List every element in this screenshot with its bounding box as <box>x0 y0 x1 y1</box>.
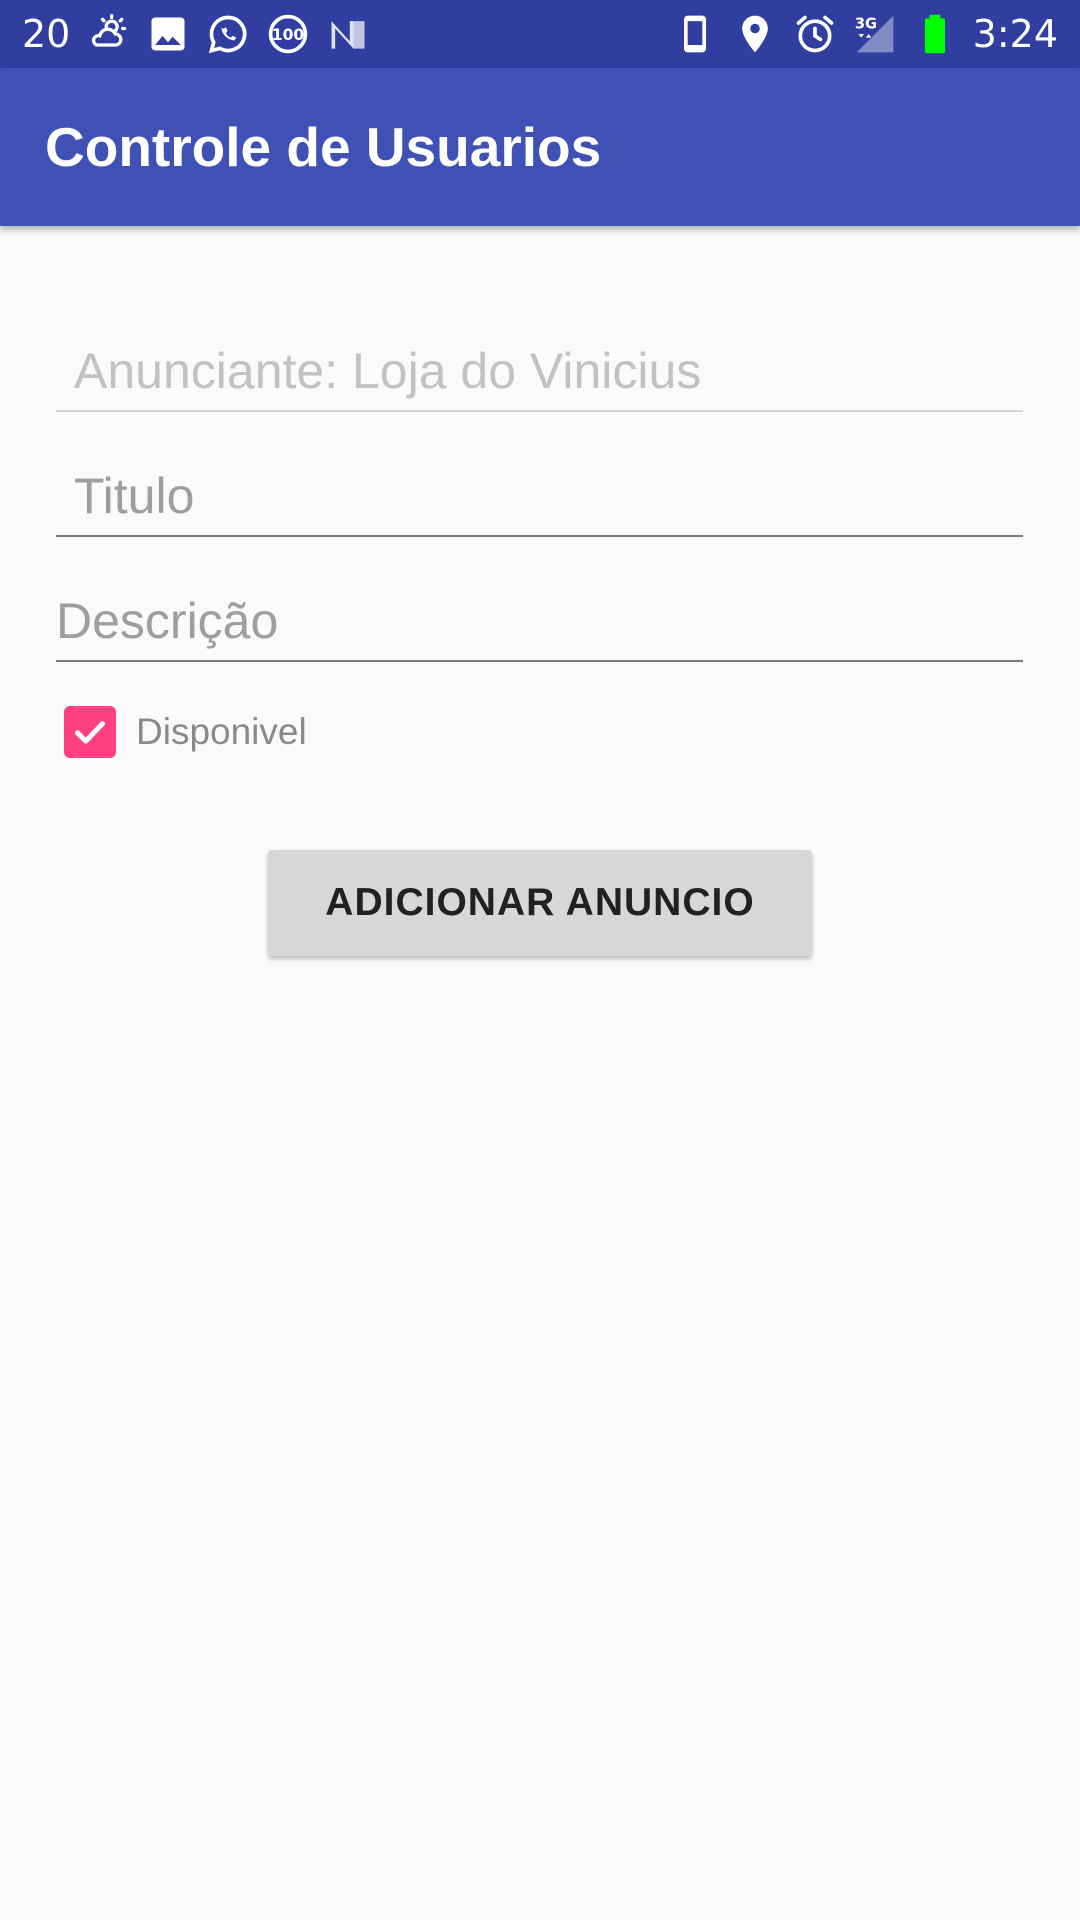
cloud-sun-icon <box>86 12 130 56</box>
gallery-image-icon <box>146 12 190 56</box>
checkmark-icon <box>75 721 105 744</box>
signal-3g-icon: 3G <box>853 12 897 56</box>
anunciante-value: Anunciante: Loja do Vinicius <box>74 343 702 399</box>
clock-time: 3:24 <box>972 12 1058 56</box>
whatsapp-icon <box>206 12 250 56</box>
svg-text:100: 100 <box>272 26 305 44</box>
phone-vibrate-icon <box>673 12 717 56</box>
network-label: 3G <box>854 16 876 33</box>
disponivel-label: Disponivel <box>136 711 307 752</box>
titulo-input[interactable]: Titulo <box>56 455 1023 537</box>
disponivel-checkbox-row[interactable]: Disponivel <box>64 706 307 758</box>
battery-icon <box>913 12 957 56</box>
status-bar-right: 3G 3:24 <box>657 0 1058 68</box>
notification-count: 20 <box>22 12 71 56</box>
disponivel-checkbox[interactable] <box>64 706 116 758</box>
location-pin-icon <box>733 12 777 56</box>
n-logo-icon <box>326 12 370 56</box>
descricao-placeholder: Descrição <box>56 593 279 649</box>
titulo-underline <box>56 535 1023 537</box>
titulo-placeholder: Titulo <box>74 468 195 524</box>
app-title: Controle de Usuarios <box>45 116 602 178</box>
status-bar-left: 20 100 <box>22 0 370 68</box>
hundred-badge-icon: 100 <box>266 12 310 56</box>
status-bar: 20 100 3G 3:24 <box>0 0 1080 68</box>
app-bar: Controle de Usuarios <box>0 68 1080 226</box>
descricao-underline <box>56 660 1023 662</box>
alarm-icon <box>793 12 837 56</box>
adicionar-anuncio-button[interactable]: ADICIONAR ANUNCIO <box>268 850 812 956</box>
anunciante-field[interactable]: Anunciante: Loja do Vinicius <box>56 330 1023 412</box>
anunciante-underline <box>56 410 1023 412</box>
descricao-input[interactable]: Descrição <box>56 580 1023 662</box>
